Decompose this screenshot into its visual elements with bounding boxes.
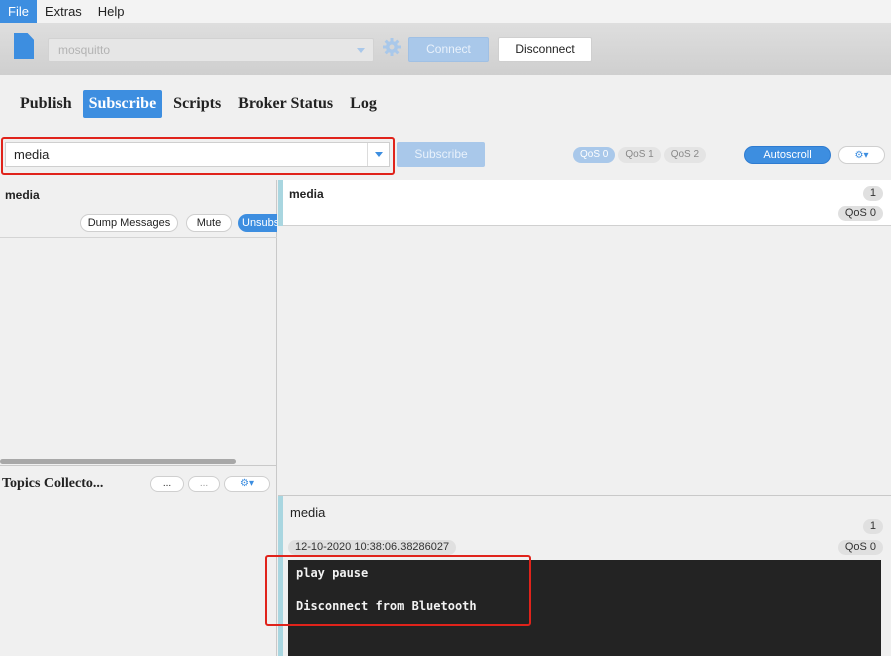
detail-qos-badge: QoS 0	[837, 540, 883, 555]
message-list-item[interactable]: media 1 QoS 0	[278, 180, 891, 226]
qos-2-option[interactable]: QoS 2	[663, 147, 707, 163]
message-topic: media	[289, 187, 324, 201]
profile-name: mosquitto	[58, 43, 111, 57]
dump-messages-button[interactable]: Dump Messages	[80, 214, 178, 232]
gears-dropdown-icon: ⚙▾	[240, 478, 254, 489]
detail-topic: media	[290, 505, 326, 520]
qos-1-option[interactable]: QoS 1	[618, 147, 661, 163]
subscription-item[interactable]: media Dump Messages Mute Unsubscribe	[0, 180, 277, 238]
topics-collector-title: Topics Collecto...	[2, 476, 104, 491]
gears-dropdown-icon: ⚙▾	[854, 150, 869, 161]
connect-button[interactable]: Connect	[408, 37, 489, 62]
tab-publish[interactable]: Publish	[14, 90, 78, 118]
connection-bar: mosquitto Connect Disconnect	[0, 23, 891, 75]
main-tabs: Publish Subscribe Scripts Broker Status …	[14, 89, 388, 119]
unsubscribe-button[interactable]: Unsubscribe	[238, 214, 277, 232]
tab-broker-status[interactable]: Broker Status	[232, 90, 339, 118]
tab-scripts[interactable]: Scripts	[167, 90, 227, 118]
connection-profile-select[interactable]: mosquitto	[48, 38, 374, 62]
detail-count-badge: 1	[862, 519, 883, 534]
detail-timestamp: 12-10-2020 10:38:06.38286027	[288, 540, 457, 555]
subscriptions-panel: media Dump Messages Mute Unsubscribe Top…	[0, 180, 277, 656]
subscribe-button[interactable]: Subscribe	[397, 142, 485, 167]
menu-extras[interactable]: Extras	[37, 0, 90, 23]
mute-button[interactable]: Mute	[186, 214, 232, 232]
subscription-topic: media	[5, 188, 40, 202]
qos-0-option[interactable]: QoS 0	[573, 147, 616, 163]
qos-selector: QoS 0 QoS 1 QoS 2	[573, 147, 709, 163]
disconnect-button[interactable]: Disconnect	[498, 37, 592, 62]
topics-collector-add-button[interactable]: ...	[150, 476, 184, 492]
highlight-box-topic	[1, 137, 395, 175]
topics-collector-panel: Topics Collecto... ... ... ⚙▾	[0, 465, 277, 656]
message-qos-badge: QoS 0	[837, 206, 883, 221]
autoscroll-toggle[interactable]: Autoscroll	[744, 146, 831, 164]
topics-collector-settings-button[interactable]: ⚙▾	[224, 476, 270, 492]
menu-bar: File Extras Help	[0, 0, 891, 23]
horizontal-scrollbar[interactable]	[0, 459, 236, 464]
message-count-badge: 1	[862, 186, 883, 201]
topics-collector-remove-button[interactable]: ...	[188, 476, 220, 492]
chevron-down-icon	[357, 48, 365, 53]
tab-log[interactable]: Log	[344, 90, 383, 118]
document-icon[interactable]	[14, 33, 34, 59]
settings-dropdown-button[interactable]: ⚙▾	[838, 146, 885, 164]
tab-subscribe[interactable]: Subscribe	[82, 90, 163, 118]
menu-help[interactable]: Help	[90, 0, 133, 23]
message-accent-bar	[278, 180, 283, 226]
highlight-box-payload	[265, 555, 531, 626]
gear-icon[interactable]	[382, 37, 402, 57]
menu-file[interactable]: File	[0, 0, 37, 23]
